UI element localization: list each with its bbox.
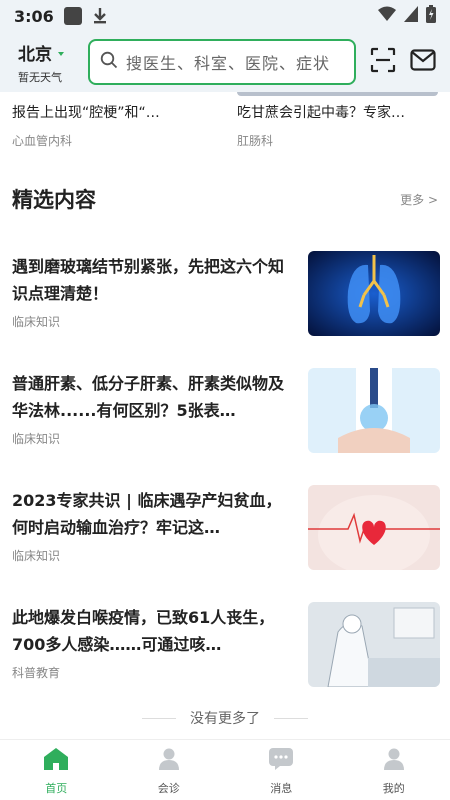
article-item[interactable]: 遇到磨玻璃结节别紧张，先把这六个知识点理清楚！ 临床知识 xyxy=(12,251,440,337)
city-name: 北京 xyxy=(18,44,52,65)
download-icon xyxy=(92,7,108,25)
article-item[interactable]: 普通肝素、低分子肝素、肝素类似物及华法林......有何区别？5张表… 临床知识 xyxy=(12,368,440,454)
card-tag: 肛肠科 xyxy=(237,134,274,148)
tab-label: 消息 xyxy=(270,782,293,795)
tab-profile[interactable]: 我的 xyxy=(338,740,450,800)
section-title: 精选内容 xyxy=(12,188,96,212)
article-item[interactable]: 此地爆发白喉疫情，已致61人丧生，700多人感染……可通过咳… 科普教育 xyxy=(12,602,440,688)
bottom-tab-bar: 首页 会诊 消息 我的 xyxy=(0,739,450,800)
search-icon xyxy=(100,51,118,73)
consult-icon xyxy=(157,748,181,774)
top-cards: 报告上出现“腔梗”和“… 心血管内科 吃甘蔗会引起中毒？专家… 肛肠科 xyxy=(0,92,450,150)
section-header: 精选内容 更多 > xyxy=(12,184,438,214)
article-title: 此地爆发白喉疫情，已致61人丧生，700多人感染……可通过咳… xyxy=(12,608,275,654)
message-icon xyxy=(269,748,294,774)
hospital-thumbnail xyxy=(308,602,440,687)
tab-messages[interactable]: 消息 xyxy=(225,740,338,800)
card-title: 报告上出现“腔梗”和“… xyxy=(12,105,160,121)
weather-text: 暂无天气 xyxy=(18,70,62,84)
article-tag: 临床知识 xyxy=(12,315,61,329)
notification-icon xyxy=(63,7,82,25)
tab-label: 会诊 xyxy=(157,782,180,795)
app-header: 北京 暂无天气 搜医生、科室、医院、症状 xyxy=(0,32,450,92)
scan-icon[interactable] xyxy=(370,47,396,77)
medical-hands-thumbnail xyxy=(308,368,440,453)
article-tag: 科普教育 xyxy=(12,666,61,680)
no-more-indicator: 没有更多了 xyxy=(0,708,450,728)
mail-icon[interactable] xyxy=(410,49,436,75)
more-link[interactable]: 更多 > xyxy=(400,191,438,208)
tab-label: 我的 xyxy=(382,782,405,795)
divider xyxy=(274,717,308,719)
main-content[interactable]: 报告上出现“腔梗”和“… 心血管内科 吃甘蔗会引起中毒？专家… 肛肠科 精选内容… xyxy=(0,92,450,739)
article-tag: 临床知识 xyxy=(12,549,61,563)
wifi-icon xyxy=(378,6,396,26)
list-item[interactable]: 报告上出现“腔梗”和“… 心血管内科 xyxy=(0,92,225,150)
card-image-edge xyxy=(237,92,438,96)
article-title: 2023专家共识 | 临床遇孕产妇贫血，何时启动输血治疗？牢记这… xyxy=(12,491,282,537)
profile-icon xyxy=(382,748,406,774)
card-tag: 心血管内科 xyxy=(12,134,73,148)
article-item[interactable]: 2023专家共识 | 临床遇孕产妇贫血，何时启动输血治疗？牢记这… 临床知识 xyxy=(12,485,440,571)
article-title: 普通肝素、低分子肝素、肝素类似物及华法林......有何区别？5张表… xyxy=(12,374,285,420)
battery-icon xyxy=(426,5,436,27)
search-placeholder: 搜医生、科室、医院、症状 xyxy=(126,54,331,73)
status-bar: 3:06 xyxy=(0,0,450,32)
pregnancy-heart-thumbnail xyxy=(308,485,440,570)
divider xyxy=(142,717,176,719)
tab-home[interactable]: 首页 xyxy=(0,740,113,800)
card-title: 吃甘蔗会引起中毒？专家… xyxy=(237,105,405,121)
tab-label: 首页 xyxy=(45,782,68,795)
city-selector[interactable]: 北京 暂无天气 xyxy=(10,40,88,85)
article-tag: 临床知识 xyxy=(12,432,61,446)
search-input[interactable]: 搜医生、科室、医院、症状 xyxy=(88,39,356,85)
chevron-down-icon xyxy=(58,52,64,56)
list-item[interactable]: 吃甘蔗会引起中毒？专家… 肛肠科 xyxy=(225,92,450,150)
status-time: 3:06 xyxy=(14,6,54,26)
article-title: 遇到磨玻璃结节别紧张，先把这六个知识点理清楚！ xyxy=(12,257,285,303)
signal-icon xyxy=(404,6,418,26)
home-icon xyxy=(44,748,69,774)
no-more-text: 没有更多了 xyxy=(190,711,260,727)
tab-consult[interactable]: 会诊 xyxy=(113,740,226,800)
lungs-thumbnail xyxy=(308,251,440,336)
